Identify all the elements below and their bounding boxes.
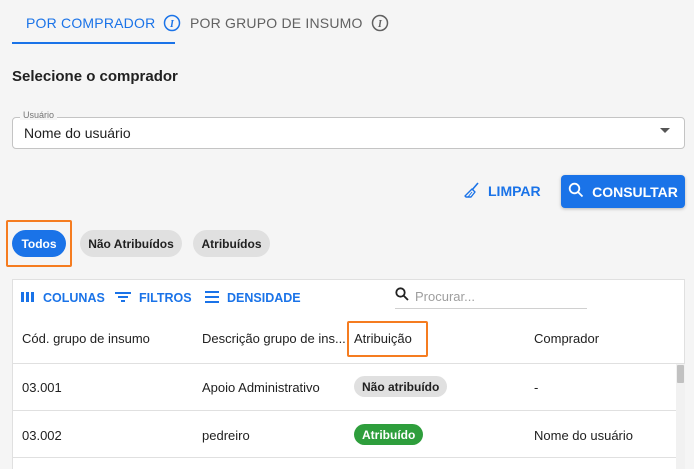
grid-scrollbar-thumb[interactable] xyxy=(677,365,684,383)
filters-label: FILTROS xyxy=(139,291,192,305)
assignment-cell: Atribuído xyxy=(354,424,424,445)
search-icon xyxy=(568,182,584,201)
limpar-button[interactable]: LIMPAR xyxy=(456,178,549,204)
broom-icon xyxy=(464,181,480,201)
search-placeholder: Procurar... xyxy=(415,289,475,304)
tab-por-comprador[interactable]: POR COMPRADOR i xyxy=(26,0,181,45)
cell-description: pedreiro xyxy=(202,428,250,443)
atribuicao-highlight xyxy=(347,321,428,357)
status-badge: Atribuído xyxy=(354,424,424,445)
density-icon xyxy=(205,290,219,306)
info-icon[interactable]: i xyxy=(163,14,181,32)
limpar-label: LIMPAR xyxy=(488,183,541,199)
svg-text:i: i xyxy=(377,19,383,30)
cell-code: 03.002 xyxy=(22,428,62,443)
consultar-button[interactable]: CONSULTAR xyxy=(561,175,685,208)
cell-description: Apoio Administrativo xyxy=(202,380,320,395)
columns-label: COLUNAS xyxy=(43,291,105,305)
grid-search-input[interactable]: Procurar... xyxy=(395,285,587,309)
filters-button[interactable]: FILTROS xyxy=(115,289,192,307)
columns-icon xyxy=(21,291,35,306)
tab-por-grupo-de-insumo[interactable]: POR GRUPO DE INSUMO i xyxy=(190,0,389,45)
cell-code: 03.001 xyxy=(22,380,62,395)
search-icon xyxy=(395,287,409,306)
section-title: Selecione o comprador xyxy=(12,68,178,85)
filter-chip-todos[interactable]: Todos xyxy=(12,230,66,257)
column-header-descricao[interactable]: Descrição grupo de ins... xyxy=(202,331,346,346)
cell-buyer: Nome do usuário xyxy=(534,428,633,443)
table-row[interactable] xyxy=(13,364,677,411)
svg-text:i: i xyxy=(169,19,175,30)
status-badge: Não atribuído xyxy=(354,376,448,397)
column-header-codigo[interactable]: Cód. grupo de insumo xyxy=(22,331,150,346)
active-tab-indicator xyxy=(12,42,175,44)
filter-chip-nao-atribuidos[interactable]: Não Atribuídos xyxy=(80,230,182,257)
buyer-select-label: Usuário xyxy=(20,110,58,120)
density-label: DENSIDADE xyxy=(227,291,301,305)
buyer-select-value[interactable]: Nome do usuário xyxy=(24,125,131,141)
tab-label: POR COMPRADOR xyxy=(26,14,156,31)
columns-button[interactable]: COLUNAS xyxy=(21,289,105,307)
cell-buyer: - xyxy=(534,380,539,395)
density-button[interactable]: DENSIDADE xyxy=(205,289,301,307)
column-header-comprador[interactable]: Comprador xyxy=(534,331,599,346)
chevron-down-icon[interactable] xyxy=(660,128,670,133)
assignment-cell: Não atribuído xyxy=(354,376,448,397)
filter-chip-atribuidos[interactable]: Atribuídos xyxy=(193,230,270,257)
filter-icon xyxy=(115,291,131,306)
tab-label: POR GRUPO DE INSUMO xyxy=(190,14,363,31)
consultar-label: CONSULTAR xyxy=(592,183,678,200)
info-icon[interactable]: i xyxy=(371,14,389,32)
